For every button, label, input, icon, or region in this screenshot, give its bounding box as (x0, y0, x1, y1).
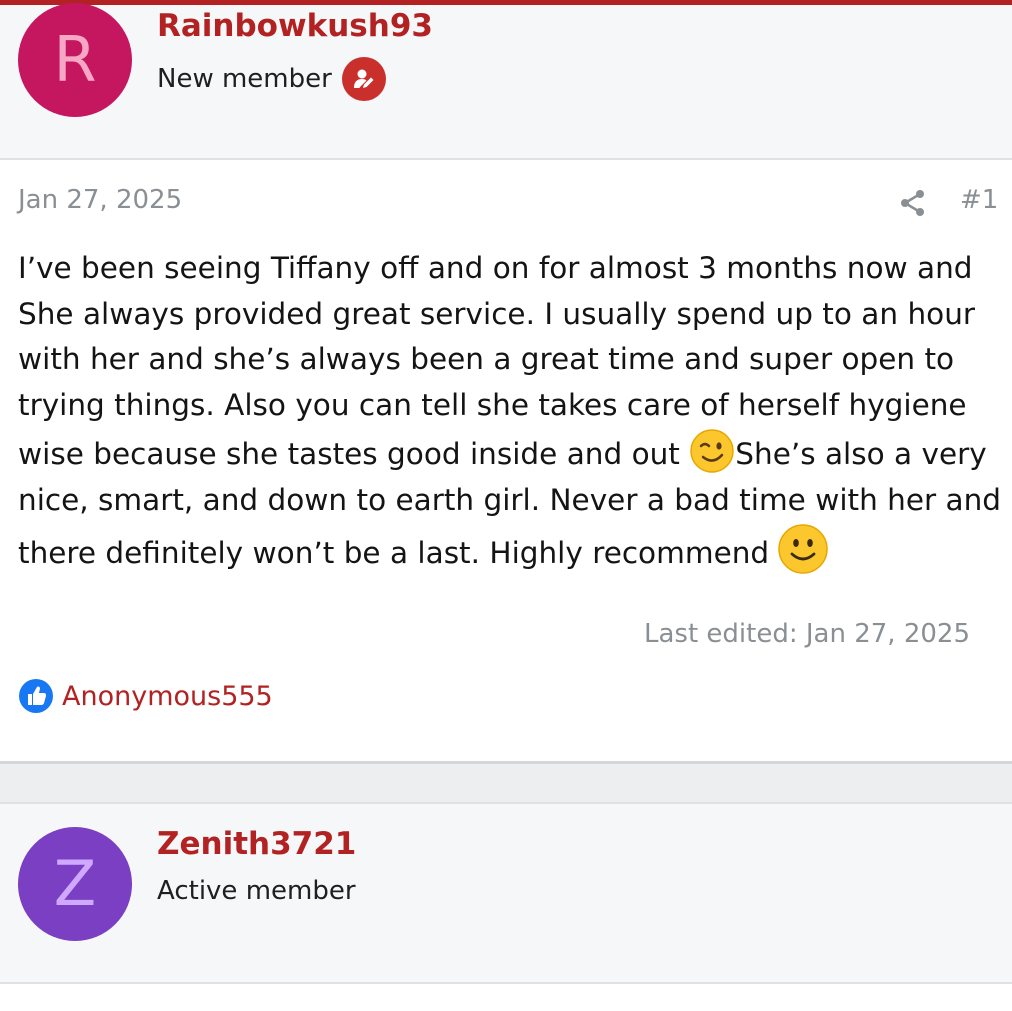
last-edited-note: Last edited: Jan 27, 2025 (644, 619, 970, 649)
next-post-author-header: Z (0, 802, 1012, 984)
thread-page: R Rainbowkush93 New member Jan 27, 2025 … (0, 0, 1012, 1011)
author-username[interactable]: Rainbowkush93 (157, 8, 433, 44)
new-member-badge-icon[interactable] (341, 57, 386, 101)
thumbs-up-icon (19, 679, 53, 713)
next-author-title: Active member (157, 876, 356, 906)
wink-emoji-icon (690, 429, 735, 473)
reactions-bar[interactable]: Anonymous555 (18, 678, 273, 714)
post-date[interactable]: Jan 27, 2025 (18, 185, 182, 215)
avatar[interactable]: R (18, 3, 132, 117)
author-title: New member (157, 57, 386, 101)
next-post-body-start (0, 984, 1012, 1011)
next-author-username[interactable]: Zenith3721 (157, 826, 356, 862)
post-separator (0, 764, 1012, 802)
smile-emoji-icon (778, 524, 828, 574)
reaction-user-link[interactable]: Anonymous555 (62, 681, 273, 712)
next-author-title-label: Active member (157, 876, 356, 906)
post-body: Jan 27, 2025 #1 I’ve been seeing Tiffany… (0, 160, 1012, 764)
share-icon[interactable] (898, 188, 928, 218)
avatar[interactable]: Z (18, 827, 132, 941)
post-author-header: R Rainbowkush93 New member (0, 3, 1012, 160)
post-message: I’ve been seeing Tiffany off and on for … (18, 246, 1008, 577)
author-title-label: New member (157, 64, 332, 94)
post-permalink-number[interactable]: #1 (960, 185, 998, 215)
